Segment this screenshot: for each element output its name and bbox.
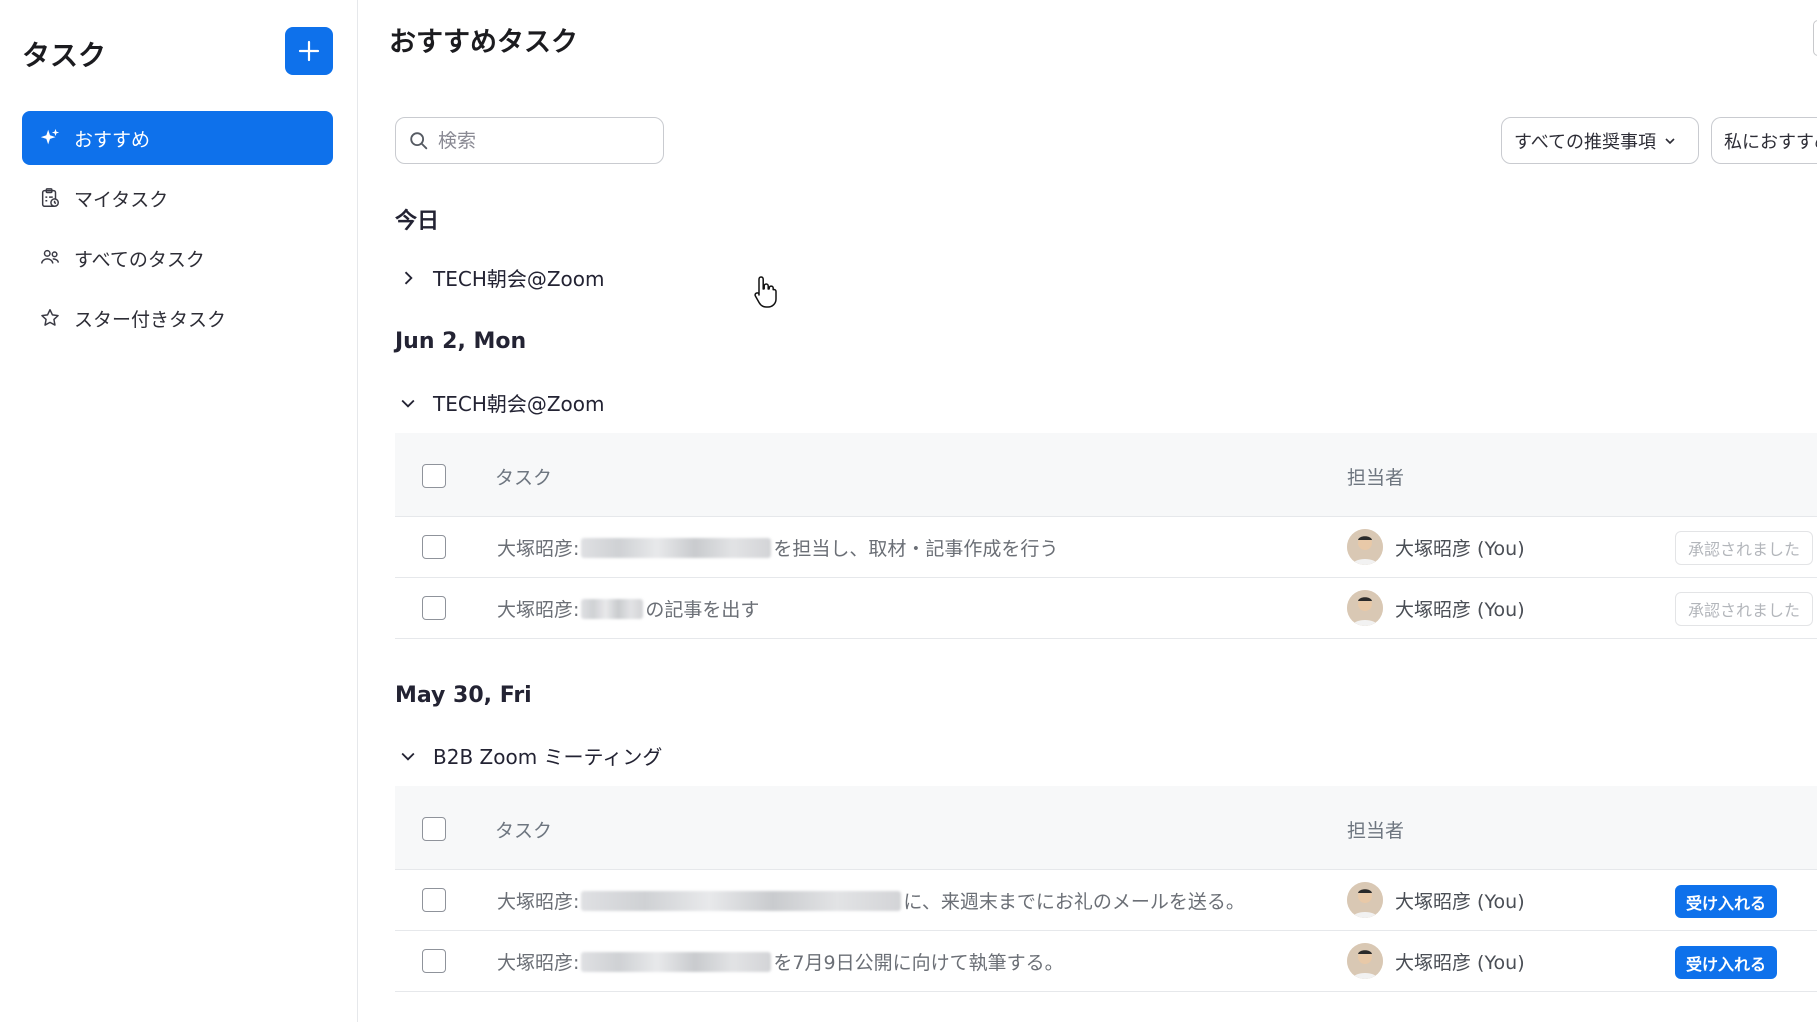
people-icon: [38, 246, 62, 270]
filter-label: すべての推奨事項: [1514, 131, 1657, 153]
redacted-text: [581, 890, 902, 911]
column-header-owner: 担当者: [1347, 820, 1405, 842]
page-title: おすすめタスク: [389, 27, 578, 58]
section-date: May 30, Fri: [395, 683, 532, 708]
status-badge: 承認されました: [1675, 592, 1814, 626]
sidebar-nav: おすすめ マイタスク すべてのタスク スター付きタスク: [22, 111, 333, 351]
row-checkbox[interactable]: [422, 888, 446, 912]
avatar: [1347, 882, 1383, 918]
redacted-text: [581, 537, 772, 558]
row-checkbox[interactable]: [422, 535, 446, 559]
task-description: を7月9日公開に向けて執筆する。: [773, 952, 1064, 974]
table-header: タスク 担当者: [395, 433, 1817, 517]
meeting-group-name: TECH朝会@Zoom: [433, 392, 605, 416]
table-row: 大塚昭彦: を担当し、取材・記事作成を行う 大塚昭彦 (You) 承認されました: [395, 517, 1817, 578]
task-description: に、来週末までにお礼のメールを送る。: [903, 891, 1245, 913]
accept-button[interactable]: 受け入れる: [1675, 946, 1778, 979]
task-description: を担当し、取材・記事作成を行う: [773, 538, 1059, 560]
meeting-group-toggle[interactable]: TECH朝会@Zoom: [395, 263, 605, 292]
chevron-right-icon: [395, 265, 421, 291]
meeting-group-toggle[interactable]: B2B Zoom ミーティング: [395, 741, 662, 770]
table-row: 大塚昭彦: の記事を出す 大塚昭彦 (You) 承認されました: [395, 578, 1817, 639]
avatar: [1347, 590, 1383, 626]
search-box[interactable]: [395, 117, 664, 164]
plus-icon: [298, 40, 320, 62]
task-assignee-prefix: 大塚昭彦:: [497, 952, 580, 974]
accept-button[interactable]: 受け入れる: [1675, 885, 1778, 918]
task-table: タスク 担当者 大塚昭彦: を担当し、取材・記事作成を行う 大塚昭彦 (You)…: [395, 433, 1817, 639]
column-header-task: タスク: [495, 467, 553, 489]
select-all-checkbox[interactable]: [422, 817, 446, 841]
redacted-text: [581, 951, 772, 972]
table-row: 大塚昭彦: に、来週末までにお礼のメールを送る。 大塚昭彦 (You) 受け入れ…: [395, 870, 1817, 931]
filter-label: 私におすすめ: [1724, 131, 1817, 153]
column-header-owner: 担当者: [1347, 467, 1405, 489]
hand-cursor-icon: [754, 276, 777, 308]
owner-name: 大塚昭彦 (You): [1395, 598, 1525, 621]
search-input[interactable]: [438, 129, 638, 152]
redacted-text: [581, 598, 644, 619]
meeting-group-name: B2B Zoom ミーティング: [433, 745, 663, 769]
new-task-button[interactable]: [285, 27, 333, 75]
recommended-for-me-filter[interactable]: 私におすすめ: [1711, 117, 1817, 164]
row-checkbox[interactable]: [422, 596, 446, 620]
sidebar-item-label: スター付きタスク: [74, 308, 227, 331]
sidebar-item-starred[interactable]: スター付きタスク: [22, 291, 333, 345]
sidebar-item-recommended[interactable]: おすすめ: [22, 111, 333, 165]
task-assignee-prefix: 大塚昭彦:: [497, 538, 580, 560]
meeting-group-toggle[interactable]: TECH朝会@Zoom: [395, 388, 605, 417]
main-panel: おすすめタスク すべての推奨事項 私におすすめ 今日 TECH朝会@Zoom J…: [359, 0, 1817, 1022]
chevron-down-icon: [395, 390, 421, 416]
sidebar-title: タスク: [22, 39, 107, 72]
chevron-down-icon: [1665, 137, 1675, 144]
column-header-task: タスク: [495, 820, 553, 842]
sidebar-item-label: すべてのタスク: [74, 248, 205, 271]
owner-cell: 大塚昭彦 (You): [1347, 943, 1525, 979]
chevron-down-icon: [395, 743, 421, 769]
sidebar: タスク おすすめ マイタスク すべてのタスク スター付きタスク: [0, 0, 358, 1022]
select-all-checkbox[interactable]: [422, 464, 446, 488]
table-row: 大塚昭彦: を7月9日公開に向けて執筆する。 大塚昭彦 (You) 受け入れる: [395, 931, 1817, 992]
owner-cell: 大塚昭彦 (You): [1347, 590, 1525, 626]
star-icon: [38, 306, 62, 330]
meeting-group-name: TECH朝会@Zoom: [433, 267, 605, 291]
search-icon: [410, 131, 428, 149]
task-table: タスク 担当者 大塚昭彦: に、来週末までにお礼のメールを送る。 大塚昭彦 (Y…: [395, 786, 1817, 992]
sidebar-item-all-tasks[interactable]: すべてのタスク: [22, 231, 333, 285]
recommendation-filter-dropdown[interactable]: すべての推奨事項: [1501, 117, 1699, 164]
status-badge: 承認されました: [1675, 531, 1814, 565]
task-assignee-prefix: 大塚昭彦:: [497, 891, 580, 913]
owner-cell: 大塚昭彦 (You): [1347, 882, 1525, 918]
owner-name: 大塚昭彦 (You): [1395, 537, 1525, 560]
section-date: Jun 2, Mon: [395, 329, 527, 354]
row-checkbox[interactable]: [422, 949, 446, 973]
clipboard-icon: [38, 186, 62, 210]
task-assignee-prefix: 大塚昭彦:: [497, 599, 580, 621]
sparkle-icon: [38, 126, 62, 150]
table-header: タスク 担当者: [395, 786, 1817, 870]
owner-name: 大塚昭彦 (You): [1395, 890, 1525, 913]
task-text[interactable]: 大塚昭彦: の記事を出す: [497, 595, 759, 622]
toolbar-button-partial[interactable]: [1813, 20, 1817, 56]
task-text[interactable]: 大塚昭彦: を7月9日公開に向けて執筆する。: [497, 948, 1064, 975]
sidebar-item-my-tasks[interactable]: マイタスク: [22, 171, 333, 225]
sidebar-item-label: おすすめ: [74, 128, 151, 151]
task-text[interactable]: 大塚昭彦: を担当し、取材・記事作成を行う: [497, 534, 1058, 561]
owner-name: 大塚昭彦 (You): [1395, 951, 1525, 974]
task-text[interactable]: 大塚昭彦: に、来週末までにお礼のメールを送る。: [497, 887, 1245, 914]
section-date-today: 今日: [395, 209, 440, 234]
sidebar-item-label: マイタスク: [74, 188, 169, 211]
task-description: の記事を出す: [645, 599, 760, 621]
avatar: [1347, 943, 1383, 979]
avatar: [1347, 529, 1383, 565]
owner-cell: 大塚昭彦 (You): [1347, 529, 1525, 565]
